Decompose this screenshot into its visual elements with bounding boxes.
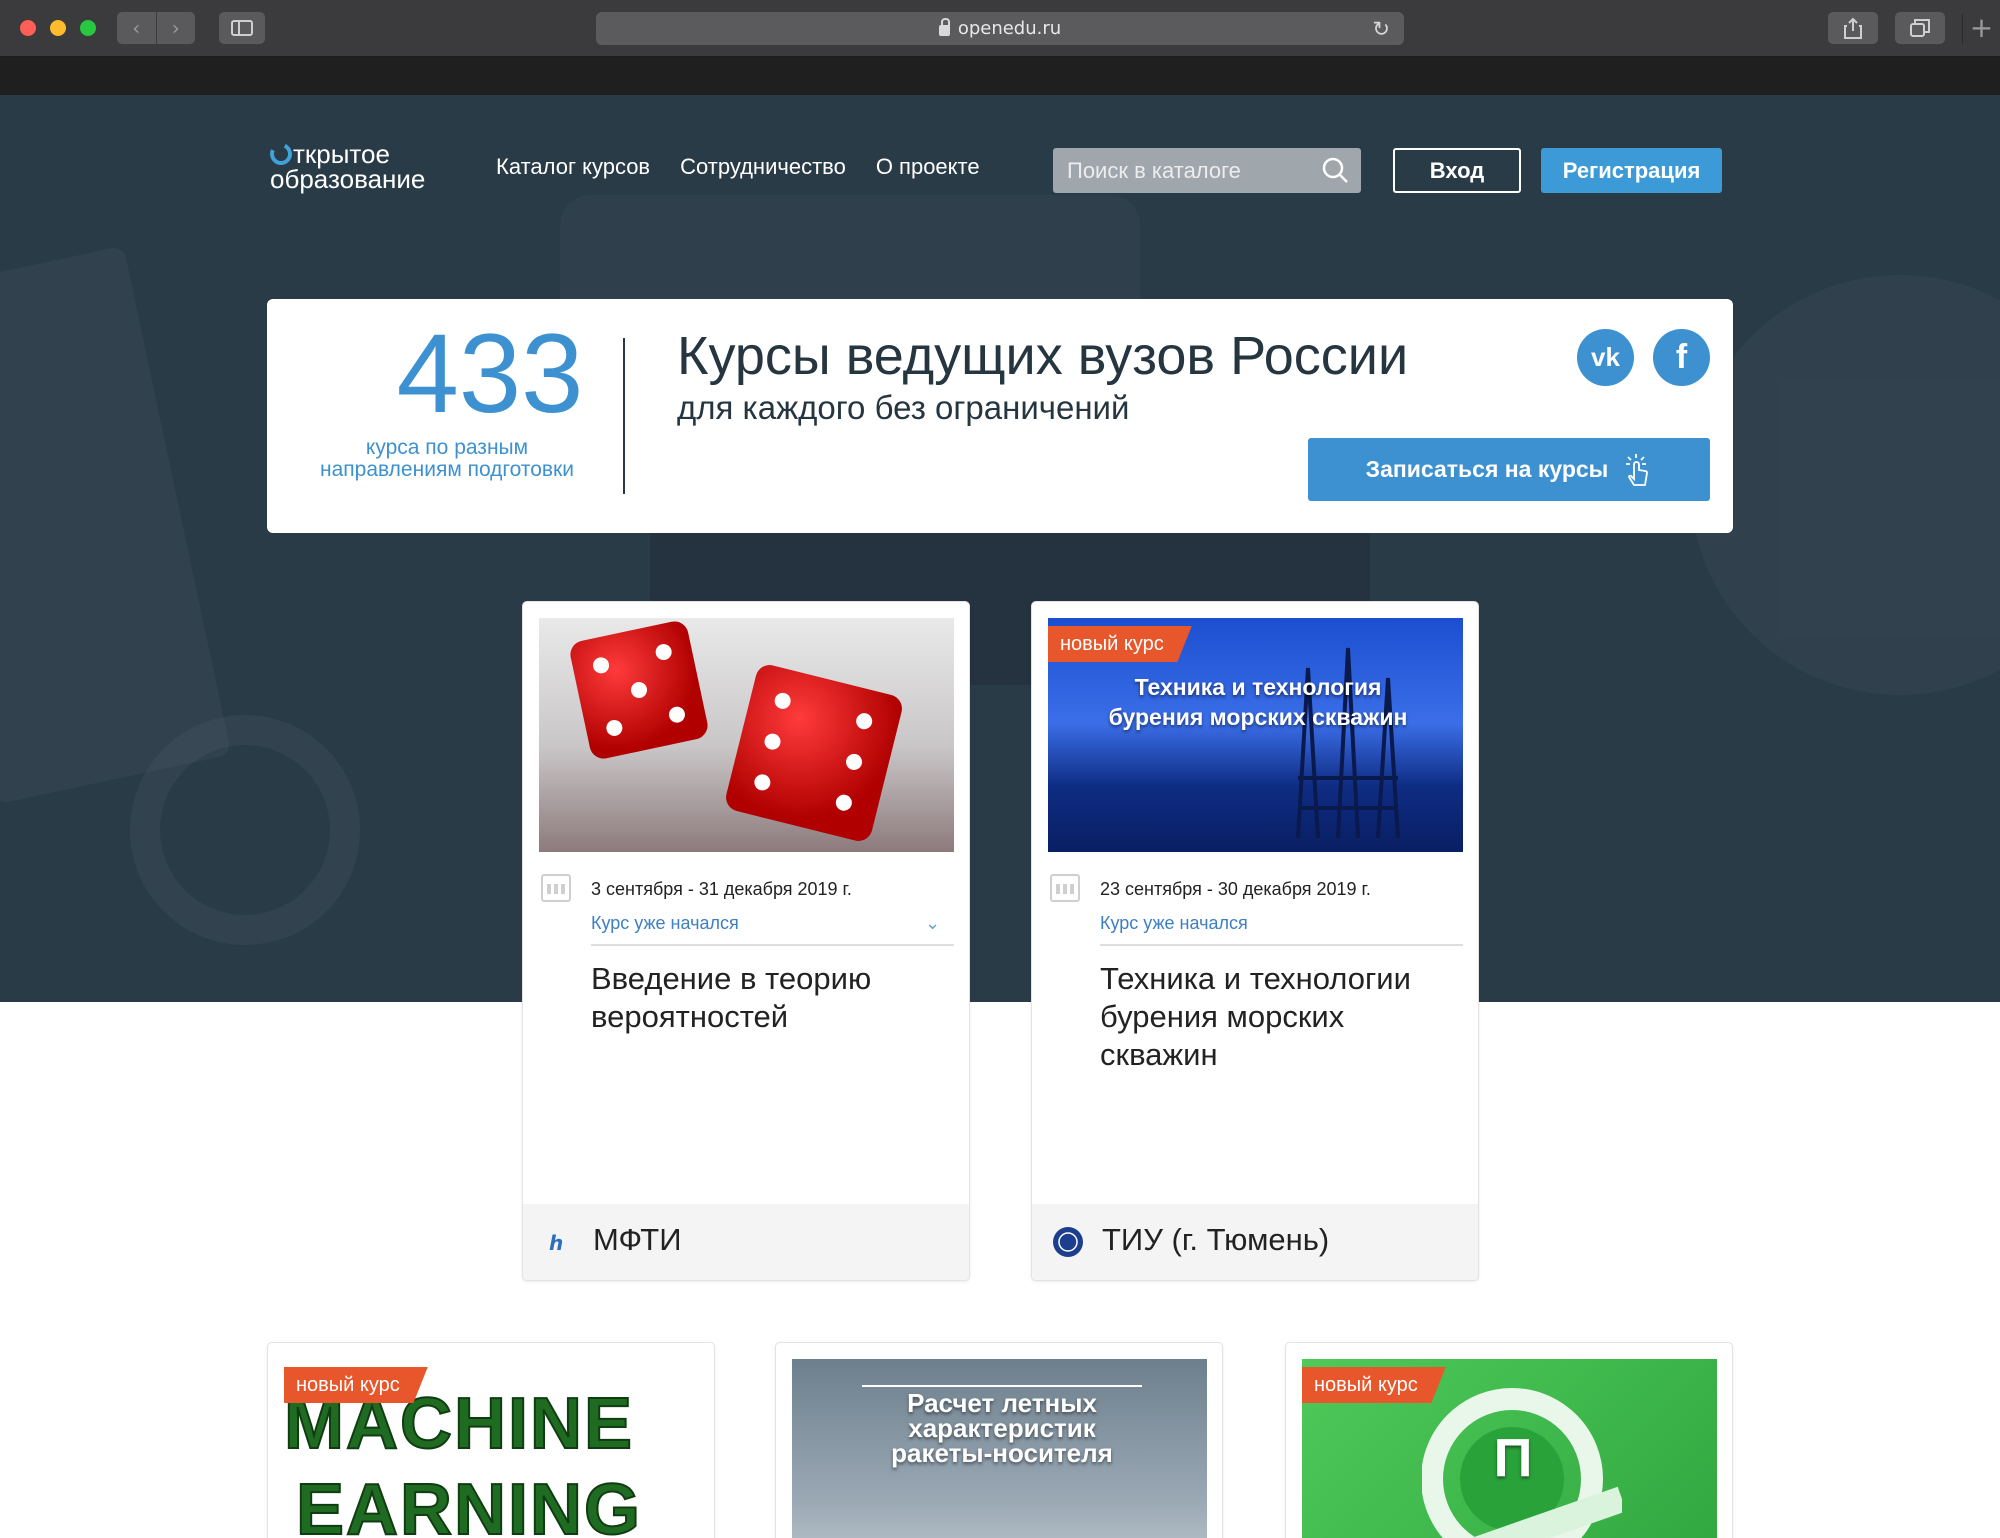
die-shape — [567, 618, 711, 762]
url-text: openedu.ru — [957, 18, 1062, 39]
chevron-left-icon[interactable]: ‹ — [117, 12, 156, 44]
minimize-window-button[interactable] — [50, 20, 66, 36]
university-name[interactable]: МФТИ — [593, 1222, 682, 1258]
course-dates: 23 сентября - 30 декабря 2019 г. — [1100, 879, 1371, 899]
new-course-badge: новый курс — [284, 1367, 428, 1403]
close-window-button[interactable] — [20, 20, 36, 36]
search-icon[interactable] — [1321, 156, 1349, 184]
history-nav: ‹ › — [117, 12, 195, 44]
facebook-icon[interactable]: f — [1653, 329, 1710, 386]
hero-section — [0, 95, 2000, 1002]
nav-cooperation-link[interactable]: Сотрудничество — [680, 154, 846, 180]
course-status: Курс уже начался — [1100, 913, 1248, 933]
nav-about-link[interactable]: О проекте — [876, 154, 980, 180]
die-pip — [629, 680, 649, 700]
course-title[interactable]: Введение в теорию вероятностей — [591, 960, 951, 1036]
nav-catalog-link[interactable]: Каталог курсов — [496, 154, 650, 180]
course-dates: 3 сентября - 31 декабря 2019 г. — [591, 879, 852, 899]
thumbnail-caption: EARNING — [295, 1469, 643, 1538]
divider — [1100, 944, 1463, 946]
tab-overview-button[interactable] — [1895, 12, 1945, 44]
course-card[interactable]: Техника и технология бурения морских скв… — [1031, 601, 1479, 1281]
lock-icon — [938, 18, 950, 36]
new-course-badge: новый курс — [1048, 626, 1192, 662]
thumbnail-caption: Расчет летных характеристик ракеты-носит… — [862, 1385, 1142, 1466]
course-thumbnail[interactable]: MACHINE EARNING новый курс — [284, 1359, 699, 1538]
die-pip — [591, 655, 611, 675]
course-footer: h МФТИ — [523, 1204, 969, 1280]
divider — [591, 944, 954, 946]
login-button[interactable]: Вход — [1393, 148, 1521, 193]
course-thumbnail[interactable]: Техника и технология бурения морских скв… — [1048, 618, 1463, 852]
course-thumbnail[interactable] — [539, 618, 954, 852]
address-bar[interactable]: openedu.ru ↻ — [596, 12, 1404, 45]
course-thumbnail[interactable]: П новый курс — [1302, 1359, 1717, 1538]
course-footer: ТИУ (г. Тюмень) — [1032, 1204, 1478, 1280]
calendar-icon — [541, 874, 571, 902]
share-button[interactable] — [1828, 12, 1878, 44]
course-card[interactable]: П новый курс — [1285, 1342, 1733, 1538]
course-card[interactable]: 3 сентября - 31 декабря 2019 г. Курс уже… — [522, 601, 970, 1281]
die-pip — [772, 691, 793, 711]
die-pip — [854, 711, 874, 731]
chevron-down-icon[interactable]: ⌄ — [925, 913, 940, 934]
promo-subline: для каждого без ограничений — [677, 389, 1130, 426]
main-nav: Каталог курсов Сотрудничество О проекте — [496, 154, 980, 180]
catalog-search — [1053, 148, 1361, 193]
pointer-hand-icon — [1626, 453, 1649, 486]
chevron-right-icon[interactable]: › — [155, 12, 196, 44]
new-course-badge: новый курс — [1302, 1367, 1446, 1403]
sidebar-toggle-button[interactable] — [219, 12, 265, 44]
die-pip — [752, 772, 773, 793]
course-card[interactable]: MACHINE EARNING новый курс — [267, 1342, 715, 1538]
die-pip — [762, 731, 783, 752]
divider — [623, 338, 625, 494]
course-card[interactable]: Расчет летных характеристик ракеты-носит… — [775, 1342, 1223, 1538]
promo-card: 433 курса по разным направлениям подгото… — [267, 299, 1733, 533]
site-logo[interactable]: ткрытое образование — [266, 139, 460, 198]
calendar-icon — [1050, 874, 1080, 902]
pi-symbol: П — [1493, 1428, 1533, 1488]
register-button[interactable]: Регистрация — [1541, 148, 1722, 193]
plus-icon[interactable]: + — [1962, 14, 2000, 44]
course-status: Курс уже начался — [591, 913, 739, 933]
enroll-button-label: Записаться на курсы — [1365, 456, 1609, 482]
course-title[interactable]: Техника и технологии бурения морских скв… — [1100, 960, 1460, 1074]
tabs-icon — [1910, 19, 1930, 37]
background-photo — [0, 246, 231, 805]
die-pip — [834, 793, 854, 813]
vk-icon[interactable]: vk — [1577, 329, 1634, 386]
sidebar-icon — [231, 20, 253, 36]
reload-icon[interactable]: ↻ — [1372, 17, 1390, 41]
university-name[interactable]: ТИУ (г. Тюмень) — [1102, 1222, 1329, 1258]
browser-toolbar: ‹ › openedu.ru ↻ + — [0, 0, 2000, 57]
mipt-logo-icon: h — [549, 1231, 563, 1255]
promo-headline: Курсы ведущих вузов России — [677, 326, 1409, 386]
course-count-label: курса по разным направлениям подготовки — [320, 436, 574, 481]
svg-text:h: h — [549, 1231, 563, 1255]
enroll-button[interactable]: Записаться на курсы — [1308, 438, 1710, 501]
course-thumbnail[interactable]: Расчет летных характеристик ракеты-носит… — [792, 1359, 1207, 1538]
logo-text-line2: образование — [270, 164, 426, 194]
thumbnail-caption: Техника и технология бурения морских скв… — [1108, 674, 1408, 730]
die-pip — [844, 752, 864, 772]
course-count: 433 — [396, 311, 584, 436]
tiu-logo-icon — [1053, 1227, 1083, 1257]
oil-rig-graphic — [1296, 647, 1400, 838]
share-icon — [1844, 17, 1862, 39]
tab-bar — [0, 57, 2000, 95]
search-input[interactable] — [1053, 148, 1361, 193]
zoom-window-button[interactable] — [80, 20, 96, 36]
die-pip — [604, 718, 624, 738]
die-pip — [654, 642, 674, 662]
background-photo — [1690, 275, 2000, 695]
die-pip — [667, 705, 687, 725]
